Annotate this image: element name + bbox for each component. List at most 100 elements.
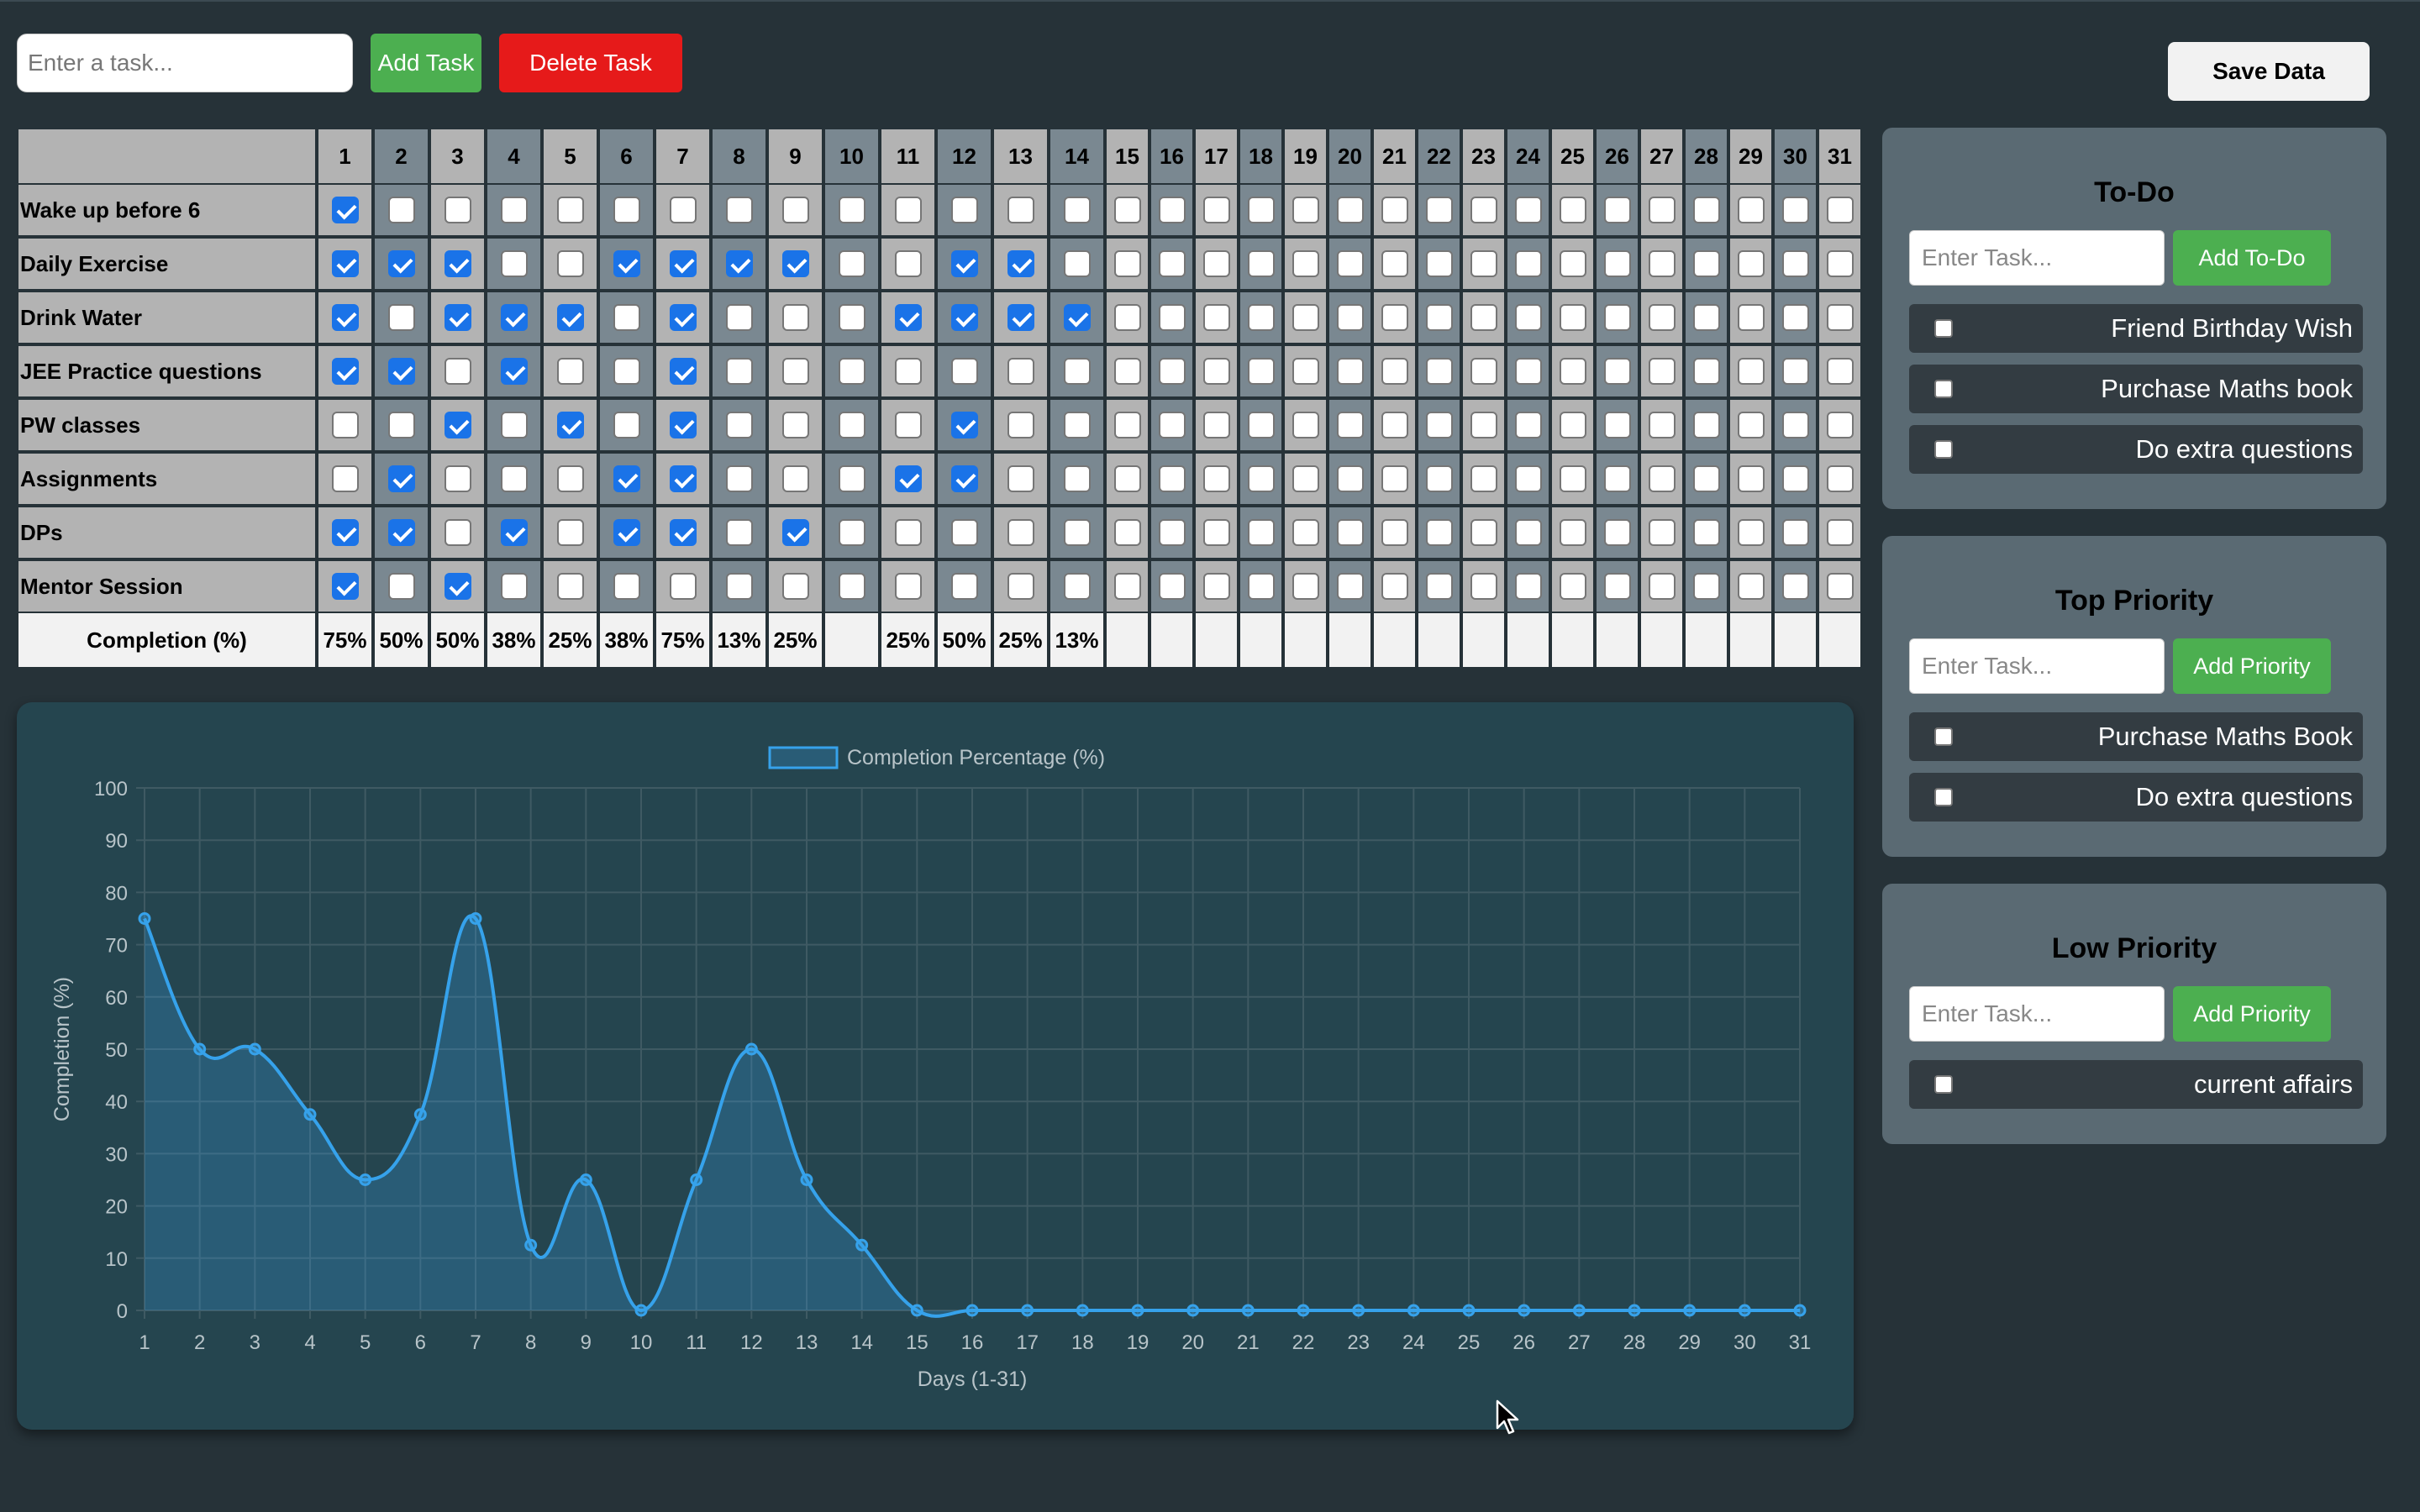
habit-day-checkbox[interactable] (387, 465, 415, 492)
habit-day-checkbox[interactable] (1381, 304, 1408, 331)
habit-day-checkbox[interactable] (1514, 358, 1542, 385)
habit-day-checkbox[interactable] (1425, 250, 1453, 277)
habit-day-checkbox[interactable] (781, 412, 809, 438)
habit-day-checkbox[interactable] (556, 304, 584, 331)
habit-day-checkbox[interactable] (950, 412, 978, 438)
habit-day-checkbox[interactable] (1247, 250, 1275, 277)
habit-day-checkbox[interactable] (1292, 412, 1319, 438)
habit-day-checkbox[interactable] (1603, 304, 1631, 331)
habit-day-checkbox[interactable] (1007, 250, 1034, 277)
save-data-button[interactable]: Save Data (2168, 42, 2370, 101)
habit-day-checkbox[interactable] (894, 412, 922, 438)
low-priority-item-checkbox[interactable] (1934, 1075, 1953, 1094)
habit-day-checkbox[interactable] (1470, 519, 1497, 546)
habit-day-checkbox[interactable] (1202, 250, 1230, 277)
habit-day-checkbox[interactable] (1292, 250, 1319, 277)
habit-day-checkbox[interactable] (331, 304, 359, 331)
habit-day-checkbox[interactable] (1247, 573, 1275, 600)
habit-day-checkbox[interactable] (725, 519, 753, 546)
habit-day-checkbox[interactable] (613, 573, 640, 600)
habit-day-checkbox[interactable] (1158, 519, 1186, 546)
top-priority-item[interactable]: Do extra questions (1909, 773, 2363, 822)
habit-day-checkbox[interactable] (1781, 519, 1809, 546)
habit-day-checkbox[interactable] (444, 519, 471, 546)
habit-day-checkbox[interactable] (781, 304, 809, 331)
habit-day-checkbox[interactable] (669, 304, 697, 331)
habit-day-checkbox[interactable] (1648, 304, 1676, 331)
top-priority-item-checkbox[interactable] (1934, 727, 1953, 746)
habit-day-checkbox[interactable] (1559, 519, 1586, 546)
habit-day-checkbox[interactable] (1158, 304, 1186, 331)
habit-day-checkbox[interactable] (556, 519, 584, 546)
habit-day-checkbox[interactable] (1692, 304, 1720, 331)
habit-day-checkbox[interactable] (950, 573, 978, 600)
habit-day-checkbox[interactable] (1737, 465, 1765, 492)
habit-day-checkbox[interactable] (387, 250, 415, 277)
top-priority-item[interactable]: Purchase Maths Book (1909, 712, 2363, 761)
habit-day-checkbox[interactable] (1737, 412, 1765, 438)
habit-day-checkbox[interactable] (387, 519, 415, 546)
habit-day-checkbox[interactable] (950, 197, 978, 223)
habit-day-checkbox[interactable] (1292, 358, 1319, 385)
habit-day-checkbox[interactable] (556, 358, 584, 385)
habit-day-checkbox[interactable] (1826, 465, 1854, 492)
habit-day-checkbox[interactable] (1603, 573, 1631, 600)
habit-day-checkbox[interactable] (1826, 573, 1854, 600)
habit-day-checkbox[interactable] (1063, 519, 1091, 546)
habit-day-checkbox[interactable] (1381, 250, 1408, 277)
habit-day-checkbox[interactable] (387, 412, 415, 438)
habit-day-checkbox[interactable] (500, 250, 528, 277)
habit-day-checkbox[interactable] (1737, 358, 1765, 385)
habit-day-checkbox[interactable] (1559, 304, 1586, 331)
habit-day-checkbox[interactable] (1063, 304, 1091, 331)
habit-day-checkbox[interactable] (1158, 465, 1186, 492)
habit-day-checkbox[interactable] (613, 519, 640, 546)
habit-day-checkbox[interactable] (556, 197, 584, 223)
habit-day-checkbox[interactable] (669, 573, 697, 600)
habit-day-checkbox[interactable] (1648, 358, 1676, 385)
habit-day-checkbox[interactable] (1113, 519, 1141, 546)
habit-day-checkbox[interactable] (1425, 304, 1453, 331)
habit-day-checkbox[interactable] (444, 197, 471, 223)
habit-day-checkbox[interactable] (1692, 573, 1720, 600)
habit-day-checkbox[interactable] (894, 465, 922, 492)
habit-day-checkbox[interactable] (613, 250, 640, 277)
habit-day-checkbox[interactable] (1292, 197, 1319, 223)
habit-day-checkbox[interactable] (669, 465, 697, 492)
habit-day-checkbox[interactable] (613, 304, 640, 331)
habit-day-checkbox[interactable] (500, 519, 528, 546)
delete-task-button[interactable]: Delete Task (499, 34, 682, 92)
habit-day-checkbox[interactable] (1692, 358, 1720, 385)
habit-day-checkbox[interactable] (1781, 573, 1809, 600)
habit-day-checkbox[interactable] (1113, 573, 1141, 600)
habit-day-checkbox[interactable] (500, 573, 528, 600)
habit-day-checkbox[interactable] (444, 465, 471, 492)
habit-day-checkbox[interactable] (1514, 573, 1542, 600)
habit-day-checkbox[interactable] (1781, 250, 1809, 277)
habit-day-checkbox[interactable] (1007, 197, 1034, 223)
habit-day-checkbox[interactable] (1247, 519, 1275, 546)
habit-day-checkbox[interactable] (444, 250, 471, 277)
habit-day-checkbox[interactable] (1381, 573, 1408, 600)
habit-day-checkbox[interactable] (1470, 573, 1497, 600)
habit-day-checkbox[interactable] (1247, 358, 1275, 385)
habit-day-checkbox[interactable] (1202, 519, 1230, 546)
top-priority-input[interactable] (1909, 638, 2165, 694)
habit-day-checkbox[interactable] (500, 358, 528, 385)
habit-day-checkbox[interactable] (838, 358, 865, 385)
habit-day-checkbox[interactable] (1826, 358, 1854, 385)
habit-day-checkbox[interactable] (1648, 465, 1676, 492)
habit-day-checkbox[interactable] (1514, 412, 1542, 438)
habit-day-checkbox[interactable] (387, 304, 415, 331)
habit-day-checkbox[interactable] (1292, 465, 1319, 492)
habit-day-checkbox[interactable] (1514, 519, 1542, 546)
add-todo-button[interactable]: Add To-Do (2173, 230, 2331, 286)
habit-day-checkbox[interactable] (1559, 358, 1586, 385)
habit-day-checkbox[interactable] (331, 412, 359, 438)
habit-day-checkbox[interactable] (669, 412, 697, 438)
add-task-button[interactable]: Add Task (371, 34, 481, 92)
habit-day-checkbox[interactable] (838, 250, 865, 277)
habit-day-checkbox[interactable] (1559, 412, 1586, 438)
habit-day-checkbox[interactable] (613, 465, 640, 492)
habit-day-checkbox[interactable] (669, 519, 697, 546)
